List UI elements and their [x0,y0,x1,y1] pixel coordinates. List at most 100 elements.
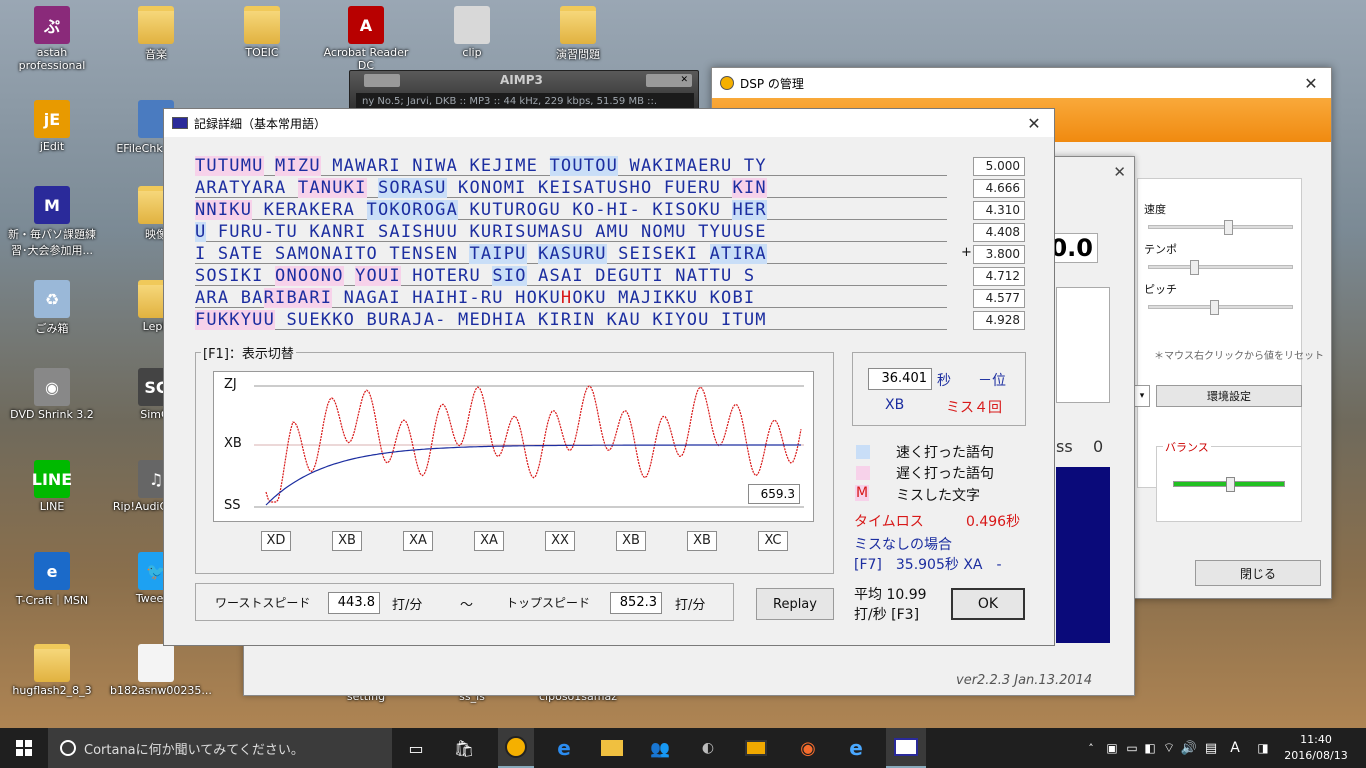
pitch-label: ピッチ [1144,283,1177,296]
typed-text: WAKIMAERU TY [618,156,767,176]
start-button[interactable] [0,728,48,768]
desktop-icon[interactable]: ぷ astah professional [6,6,98,72]
network-app-icon[interactable]: ◐ [690,728,726,768]
section-grade: XA [403,531,433,551]
ie-icon[interactable]: e [838,728,874,768]
desktop-icon-image: ◉ [34,368,70,406]
desktop-icon[interactable]: b182asnw00235... [110,644,212,697]
clock[interactable]: 11:40 2016/08/13 [1284,732,1348,764]
typed-text [527,244,538,264]
notification-icon[interactable]: ▤ [1202,728,1220,768]
desktop-icon-label: LINE [39,500,65,513]
store-icon[interactable]: 🛍 [446,728,482,768]
typed-text: ARA BA [195,288,264,308]
speed-slider[interactable] [1148,220,1293,235]
cortana-search-box[interactable]: Cortanaに何か聞いてみてください。 [48,728,392,768]
desktop-icon-label: Acrobat Reader DC [323,46,409,72]
back-version: ver2.2.3 Jan.13.2014 [956,673,1093,688]
ime-indicator[interactable]: A [1226,728,1244,768]
tray-app-icon[interactable]: ▣ [1104,728,1120,768]
desktop-icon[interactable]: LINE LINE [6,460,98,513]
media-app-icon[interactable] [738,728,774,768]
desktop-icon[interactable]: M 新・毎パソ課題練習･大会参加用... [6,186,98,258]
average-speed-line [265,444,801,506]
desktop-icon[interactable]: A Acrobat Reader DC [320,6,412,72]
dialog-title: 記録詳細（基本常用語） [194,116,327,131]
rank-label: －位 [978,373,1006,389]
line-speed-value: 5.000 [973,157,1025,176]
top-speed-unit: 打/分 [675,598,706,613]
taskbar: Cortanaに何か聞いてみてください。 ▭ 🛍 e 👥 ◐ ◉ e ˄ ▣ ▭… [0,728,1366,768]
dsp-title: DSP の管理 [740,76,804,91]
replay-button[interactable]: Replay [756,588,834,620]
reset-note: ＊マウス右クリックから値をリセット [1154,351,1324,362]
tempo-label: テンポ [1144,243,1177,256]
pitch-slider-thumb[interactable] [1210,300,1220,315]
desktop-icon[interactable]: TOEIC [216,6,308,59]
speed-slider-thumb[interactable] [1223,220,1233,235]
desktop-icon[interactable]: e T-Craft｜MSN [6,552,98,608]
fast-word: U [195,222,207,242]
desktop-icon[interactable]: hugflash2_8_3 [6,644,98,697]
edge-icon[interactable]: e [546,728,582,768]
dsp-app-icon [720,76,734,90]
task-view-icon[interactable]: ▭ [398,728,434,768]
legend-miss: ミスした文字 [896,488,980,504]
desktop-icon[interactable]: 演習問題 [532,6,624,62]
back-ss-value: 0 [1093,437,1104,456]
typed-text: ARATYARA [195,178,298,198]
tempo-slider-thumb[interactable] [1189,260,1199,275]
settings-button[interactable]: 環境設定 [1156,385,1302,407]
aimp-window-buttons[interactable]: ✕ [646,74,692,87]
balance-slider[interactable] [1173,477,1285,492]
origin-icon[interactable]: ◉ [790,728,826,768]
graph-group-label[interactable]: [F1]：表示切替 [201,343,296,362]
sec-unit: 秒 [937,373,951,389]
fast-word: KASURU [538,244,607,264]
section-grade: XC [758,531,788,551]
explorer-icon[interactable] [594,728,630,768]
desktop-icon[interactable]: jE jEdit [6,100,98,153]
section-grade: XD [261,531,291,551]
tempo-slider[interactable] [1148,260,1293,275]
desktop-icon[interactable]: ◉ DVD Shrink 3.2 [6,368,98,421]
top-speed-field: 852.3 [610,592,662,614]
typed-text [264,156,275,176]
line-speed-value: 3.800 [973,245,1025,264]
aimp-taskbar-icon[interactable] [498,728,534,768]
time-loss-label: タイムロス [854,514,924,530]
fast-word: TOKOROGA [366,200,459,220]
back-list [1056,287,1110,403]
tray-chevron-icon[interactable]: ˄ [1082,728,1100,768]
balance-slider-thumb[interactable] [1226,477,1235,492]
desktop-icon[interactable]: 音楽 [110,6,202,62]
tray-battery-icon[interactable]: ▭ [1124,728,1140,768]
worst-speed-label: ワーストスピード [215,596,311,610]
dsp-close-button[interactable]: 閉じる [1195,560,1321,586]
tray-security-icon[interactable]: ◧ [1142,728,1158,768]
ok-button[interactable]: OK [951,588,1025,620]
pitch-slider[interactable] [1148,300,1293,315]
people-icon[interactable]: 👥 [642,728,678,768]
section-grade: XB [616,531,646,551]
typing-app-taskbar-icon[interactable] [886,728,926,768]
worst-speed-unit: 打/分 [392,598,423,613]
fast-word: TAIPU [469,244,527,264]
dsp-dropdown[interactable]: ▾ [1134,385,1150,407]
wifi-icon[interactable]: ⌔ [1160,728,1178,768]
fast-word: SIO [492,266,527,286]
section-grade: XB [332,531,362,551]
typed-text: FURU-TU KANRI SAISHUU KURISUMASU AMU NOM… [206,222,767,242]
aimp-menu-button[interactable] [364,74,400,87]
dsp-close-icon[interactable]: ✕ [1291,68,1331,98]
desktop-icon[interactable]: ♻ ごみ箱 [6,280,98,336]
dsp-panel: 速度 テンポ ピッチ ＊マウス右クリックから値をリセット [1137,178,1324,488]
line-speed-value: 4.928 [973,311,1025,330]
dialog-close-icon[interactable]: ✕ [1014,109,1054,137]
ime-mode-icon[interactable]: ◨ [1254,728,1272,768]
volume-icon[interactable]: 🔊 [1180,728,1198,768]
back-close-icon[interactable]: ✕ [1113,163,1126,181]
desktop-icon[interactable]: clip [426,6,518,59]
desktop-icon-image: M [34,186,70,224]
speed-range-tilde: ～ [460,598,474,613]
